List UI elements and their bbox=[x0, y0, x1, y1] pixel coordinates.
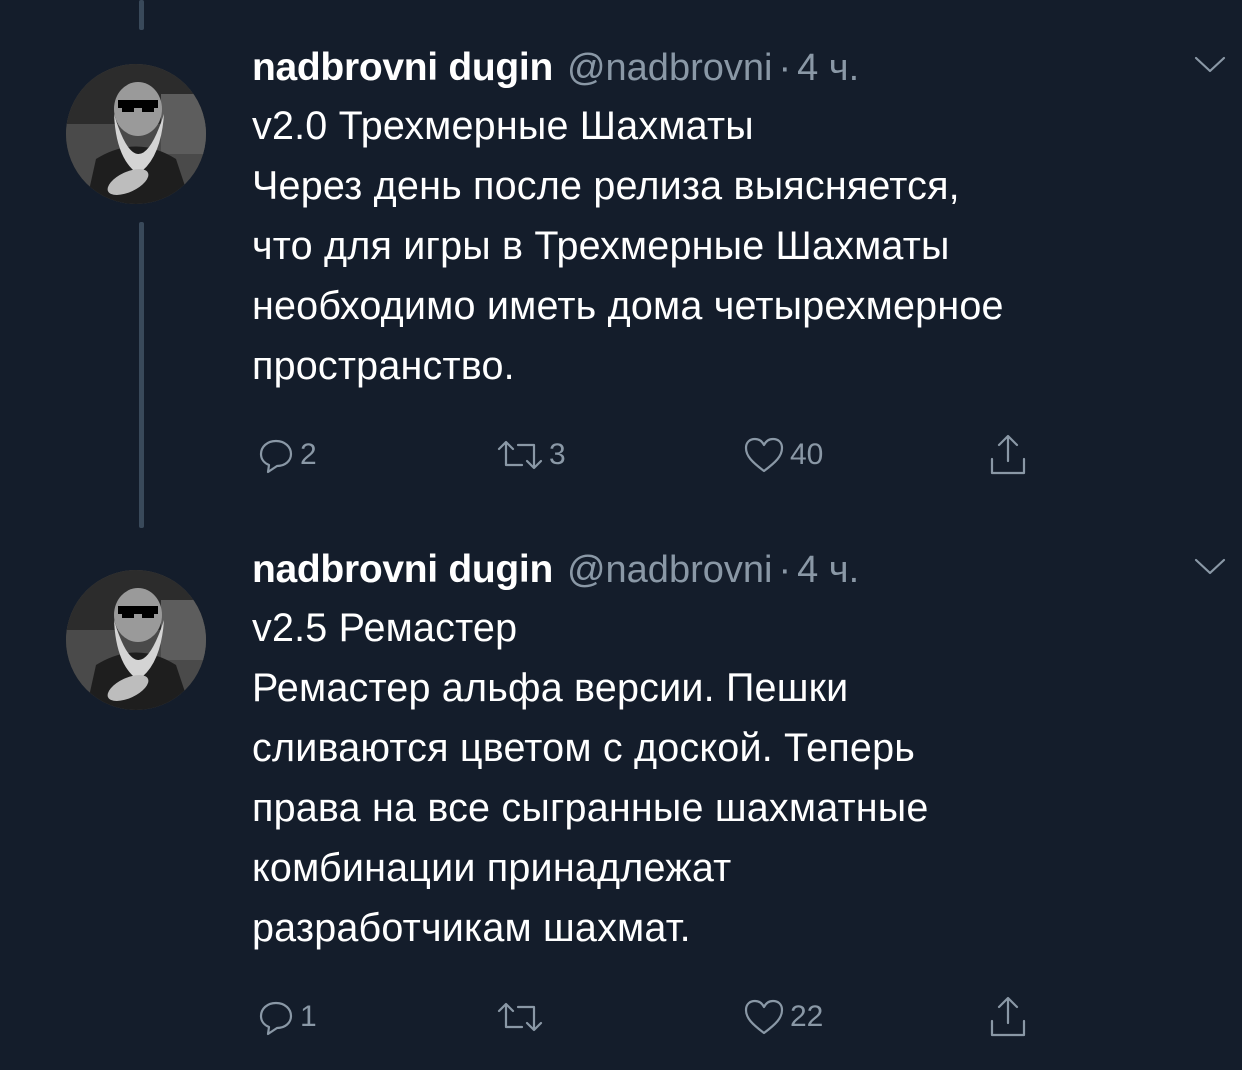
tweet-text-line: что для игры в Трехмерные Шахматы bbox=[252, 224, 950, 268]
separator-dot: · bbox=[778, 548, 792, 591]
tweet-actions: 1 22 bbox=[252, 992, 1202, 1042]
like-icon bbox=[744, 999, 784, 1035]
reply-icon bbox=[259, 1001, 293, 1036]
reply-count: 1 bbox=[300, 1000, 317, 1033]
reply-button[interactable]: 1 bbox=[256, 992, 317, 1042]
tweet-text-line: v2.0 Трехмерные Шахматы bbox=[252, 104, 754, 148]
tweet-actions: 2 3 40 bbox=[252, 430, 1202, 480]
timestamp[interactable]: 4 ч. bbox=[797, 549, 859, 592]
like-count: 40 bbox=[790, 438, 824, 471]
tweet-header: nadbrovni dugin @nadbrovni · 4 ч. bbox=[252, 542, 1226, 598]
reply-count: 2 bbox=[300, 438, 317, 471]
retweet-icon bbox=[497, 440, 543, 470]
share-icon bbox=[990, 434, 1026, 475]
retweet-button[interactable]: 3 bbox=[495, 430, 566, 480]
tweet-text-line: пространство. bbox=[252, 344, 515, 388]
handle[interactable]: @nadbrovni bbox=[567, 549, 772, 592]
tweet-header: nadbrovni dugin @nadbrovni · 4 ч. bbox=[252, 40, 1226, 96]
share-icon bbox=[990, 996, 1026, 1037]
tweet-text-line: необходимо иметь дома четырехмерное bbox=[252, 284, 1004, 328]
handle[interactable]: @nadbrovni bbox=[567, 47, 772, 90]
tweet-text-line: v2.5 Ремастер bbox=[252, 606, 518, 650]
retweet-button[interactable] bbox=[495, 992, 549, 1042]
thread-line-middle bbox=[139, 222, 144, 528]
like-button[interactable]: 40 bbox=[742, 430, 823, 480]
display-name[interactable]: nadbrovni dugin bbox=[252, 548, 553, 592]
tweet-text-line: разработчикам шахмат. bbox=[252, 906, 691, 950]
reply-button[interactable]: 2 bbox=[256, 430, 317, 480]
reply-icon bbox=[259, 439, 293, 474]
tweet-text-line: Через день после релиза выясняется, bbox=[252, 164, 960, 208]
tweet-text-line: сливаются цветом с доской. Теперь bbox=[252, 726, 916, 770]
tweet-text: v2.0 Трехмерные Шахматы Через день после… bbox=[252, 96, 1202, 396]
retweet-count: 3 bbox=[549, 438, 566, 471]
display-name[interactable]: nadbrovni dugin bbox=[252, 46, 553, 90]
tweet-text-line: права на все сыгранные шахматные bbox=[252, 786, 929, 830]
avatar[interactable] bbox=[66, 64, 206, 204]
separator-dot: · bbox=[778, 46, 792, 89]
chevron-down-icon[interactable] bbox=[1192, 554, 1228, 578]
share-button[interactable] bbox=[986, 992, 1030, 1042]
tweet-text-line: Ремастер альфа версии. Пешки bbox=[252, 666, 849, 710]
avatar[interactable] bbox=[66, 570, 206, 710]
tweet-1[interactable]: nadbrovni dugin @nadbrovni · 4 ч. v2.0 Т… bbox=[252, 40, 1226, 480]
chevron-down-icon[interactable] bbox=[1192, 52, 1228, 76]
tweet-text: v2.5 Ремастер Ремастер альфа версии. Пеш… bbox=[252, 598, 1202, 958]
tweet-2[interactable]: nadbrovni dugin @nadbrovni · 4 ч. v2.5 Р… bbox=[252, 542, 1226, 1042]
retweet-icon bbox=[497, 1002, 543, 1032]
like-button[interactable]: 22 bbox=[742, 992, 823, 1042]
thread-line-top bbox=[139, 0, 144, 30]
timestamp[interactable]: 4 ч. bbox=[797, 47, 859, 90]
tweet-text-line: комбинации принадлежат bbox=[252, 846, 732, 890]
share-button[interactable] bbox=[986, 430, 1030, 480]
like-count: 22 bbox=[790, 1000, 824, 1033]
like-icon bbox=[744, 437, 784, 473]
